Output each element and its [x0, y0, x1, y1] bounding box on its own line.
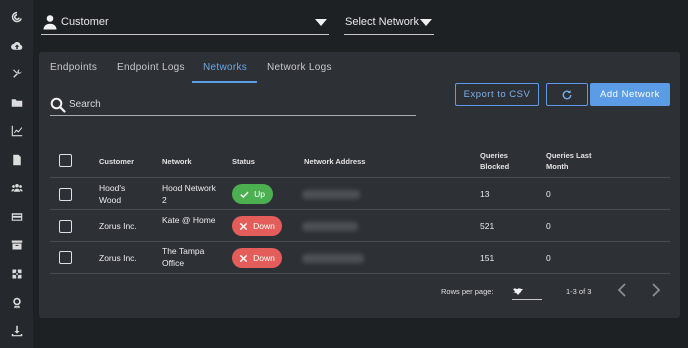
user-icon: [42, 14, 58, 30]
search-input[interactable]: [69, 99, 399, 110]
cell-queries-blocked: 13: [480, 189, 490, 199]
active-tab-indicator: [192, 81, 257, 83]
network-select[interactable]: Select Network: [344, 10, 434, 35]
document-icon[interactable]: [0, 149, 33, 171]
cell-network[interactable]: The Tampa Office: [162, 245, 222, 269]
row-checkbox[interactable]: [59, 220, 72, 233]
tab-endpoint-logs[interactable]: Endpoint Logs: [117, 62, 185, 83]
chevron-right-icon: [652, 283, 661, 297]
status-badge: Up: [232, 184, 273, 204]
header-status[interactable]: Status: [232, 156, 255, 167]
refresh-icon: [562, 89, 572, 99]
refresh-button[interactable]: [546, 83, 588, 106]
status-badge: Down: [232, 248, 282, 268]
search-bar: [50, 94, 416, 116]
table-header: Customer Network Status Network Address …: [50, 144, 670, 178]
archive-icon[interactable]: [0, 234, 33, 256]
cell-customer: Zorus Inc.: [99, 253, 137, 263]
tab-networks[interactable]: Networks: [203, 62, 247, 83]
check-icon: [240, 190, 249, 199]
close-icon: [239, 222, 248, 231]
header-network[interactable]: Network: [162, 156, 192, 167]
chevron-down-icon: [315, 19, 327, 26]
header-network-address[interactable]: Network Address: [304, 156, 365, 167]
chart-icon[interactable]: [0, 120, 33, 142]
tab-endpoints[interactable]: Endpoints: [50, 62, 97, 83]
header-queries-last-month[interactable]: Queries Last Month: [546, 150, 596, 172]
export-csv-button[interactable]: Export to CSV: [455, 83, 539, 106]
pagination-range: 1-3 of 3: [566, 287, 592, 296]
folder-icon[interactable]: [0, 92, 33, 114]
tab-network-logs[interactable]: Network Logs: [267, 62, 332, 83]
add-network-button[interactable]: Add Network: [590, 83, 670, 106]
tab-bar: Endpoints Endpoint Logs Networks Network…: [39, 52, 680, 84]
table-row[interactable]: Hood's Wood Hood Network 2 Up 13 0: [50, 179, 670, 210]
award-icon[interactable]: [0, 292, 33, 314]
chevron-left-icon: [617, 283, 626, 297]
cell-queries-last-month: 0: [546, 253, 551, 263]
network-address-redacted: [302, 222, 358, 231]
sidebar: [0, 0, 33, 348]
cell-queries-blocked: 151: [480, 253, 495, 263]
cell-queries-blocked: 521: [480, 221, 495, 231]
tools-icon[interactable]: [0, 63, 33, 85]
chevron-down-icon: [513, 289, 523, 295]
status-label: Down: [253, 253, 275, 263]
close-icon: [239, 254, 248, 263]
cell-customer: Hood's Wood: [99, 183, 126, 205]
header-queries-blocked[interactable]: Queries Blocked: [480, 150, 514, 172]
prev-page-button[interactable]: [614, 281, 630, 299]
status-label: Up: [254, 189, 265, 199]
table-row[interactable]: Zorus Inc. The Tampa Office Down 151 0: [50, 243, 670, 274]
cell-queries-last-month: 0: [546, 221, 551, 231]
users-icon[interactable]: [0, 177, 33, 199]
row-checkbox[interactable]: [59, 251, 72, 264]
status-badge: Down: [232, 216, 282, 236]
table-row[interactable]: Zorus Inc. Kate @ Home Down 521 0: [50, 211, 670, 242]
cell-network[interactable]: Hood Network 2: [162, 182, 222, 206]
cell-queries-last-month: 0: [546, 189, 551, 199]
download-icon[interactable]: [0, 320, 33, 342]
network-address-redacted: [302, 190, 360, 199]
puzzle-icon[interactable]: [0, 263, 33, 285]
app-root: Customer Select Network Endpoints Endpoi…: [0, 0, 688, 348]
network-select-label: Select Network: [345, 16, 419, 28]
customer-select[interactable]: Customer: [41, 10, 329, 35]
customer-select-label: Customer: [61, 16, 109, 28]
cloud-upload-icon[interactable]: [0, 35, 33, 57]
status-label: Down: [253, 221, 275, 231]
cell-customer: Zorus Inc.: [99, 221, 137, 231]
cell-network[interactable]: Kate @ Home: [162, 214, 222, 226]
search-icon: [50, 97, 66, 113]
select-all-checkbox[interactable]: [59, 154, 72, 167]
next-page-button[interactable]: [648, 281, 664, 299]
row-checkbox[interactable]: [59, 188, 72, 201]
networks-panel: Endpoints Endpoint Logs Networks Network…: [39, 52, 680, 318]
chevron-down-icon: [420, 19, 432, 26]
credit-card-icon[interactable]: [0, 206, 33, 228]
rows-per-page-select[interactable]: 10: [512, 284, 542, 300]
network-address-redacted: [302, 254, 364, 263]
logo-icon[interactable]: [0, 6, 33, 28]
header-customer[interactable]: Customer: [99, 156, 134, 167]
rows-per-page-label: Rows per page:: [441, 287, 494, 296]
